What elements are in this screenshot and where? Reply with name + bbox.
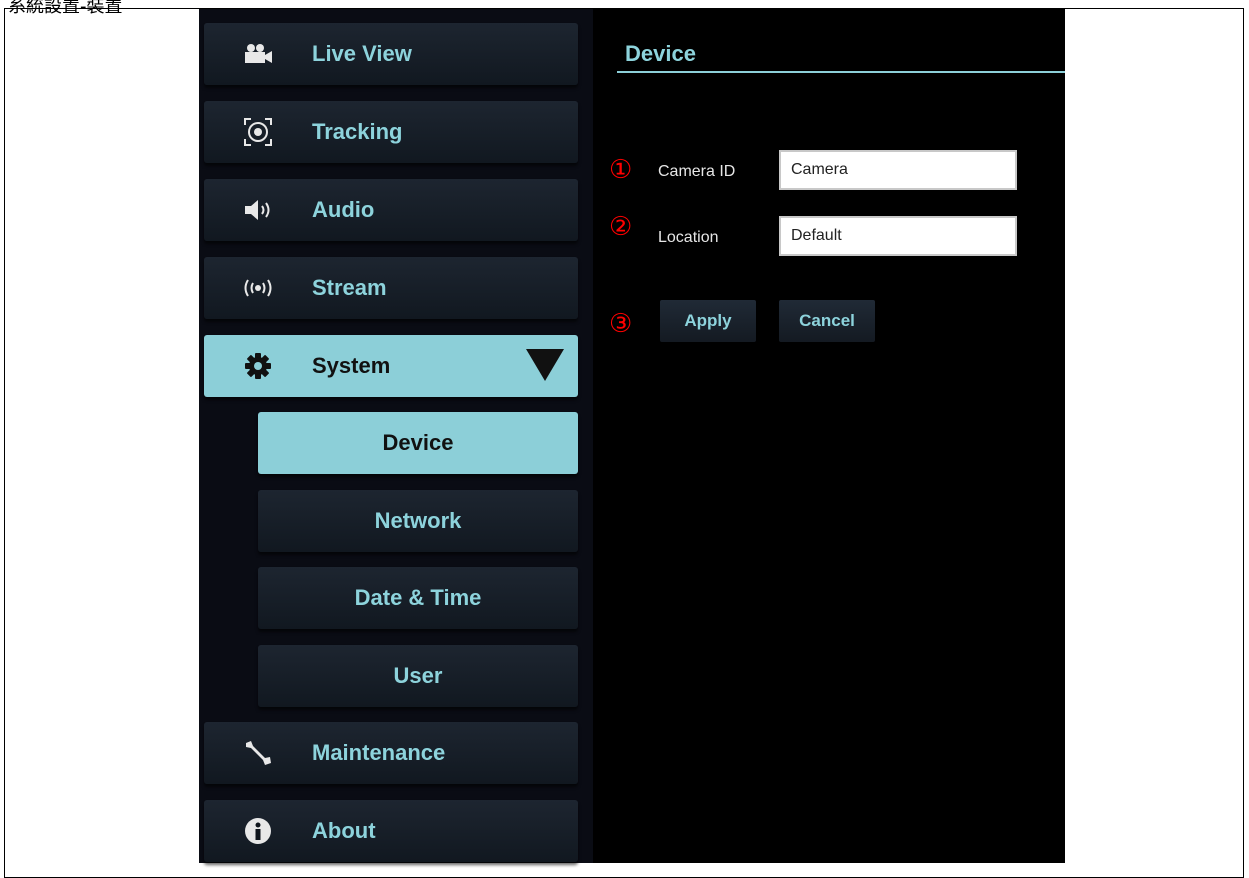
sidebar: Live View Tracking Audio Stream System D… — [199, 9, 593, 863]
nav-item-label: About — [312, 818, 376, 843]
speaker-icon — [204, 199, 312, 221]
video-camera-icon — [204, 43, 312, 65]
nav-item-tracking[interactable]: Tracking — [204, 101, 578, 163]
content-panel: Device ① Camera ID ② Location ③ Apply Ca… — [593, 9, 1065, 863]
annotation-marker: ② — [609, 212, 633, 242]
gear-icon — [204, 353, 312, 379]
subnav-item-label: Date & Time — [354, 585, 482, 610]
annotation-marker: ③ — [609, 309, 633, 339]
annotation-marker: ① — [609, 155, 633, 185]
nav-item-stream[interactable]: Stream — [204, 257, 578, 319]
nav-item-live-view[interactable]: Live View — [204, 23, 578, 85]
nav-item-label: System — [312, 353, 391, 378]
subnav-item-network[interactable]: Network — [258, 490, 578, 552]
cancel-button[interactable]: Cancel — [779, 300, 875, 342]
nav-item-label: Audio — [312, 197, 375, 222]
subnav-item-label: Network — [374, 508, 462, 533]
subnav-item-user[interactable]: User — [258, 645, 578, 707]
nav-item-maintenance[interactable]: Maintenance — [204, 722, 578, 784]
nav-item-system[interactable]: System — [204, 335, 578, 397]
apply-button[interactable]: Apply — [660, 300, 756, 342]
nav-item-label: Maintenance — [312, 740, 446, 765]
camera-id-label: Camera ID — [658, 163, 736, 180]
nav-item-label: Live View — [312, 41, 412, 66]
subnav-item-device[interactable]: Device — [258, 412, 578, 474]
location-input[interactable] — [779, 216, 1017, 256]
nav-item-label: Stream — [312, 275, 387, 300]
subnav-item-label: User — [393, 663, 443, 688]
nav-item-about[interactable]: About — [204, 800, 578, 862]
info-icon — [204, 817, 312, 845]
chevron-down-icon — [526, 349, 564, 381]
location-label: Location — [658, 229, 719, 246]
camera-web-ui: Live View Tracking Audio Stream System D… — [199, 9, 1065, 863]
nav-item-audio[interactable]: Audio — [204, 179, 578, 241]
page-title: Device — [625, 41, 696, 66]
tracking-target-icon — [204, 117, 312, 147]
subnav-item-label: Device — [382, 430, 454, 455]
title-divider — [617, 71, 1065, 73]
wrench-icon — [204, 738, 312, 768]
broadcast-icon — [204, 278, 312, 298]
subnav-item-date-time[interactable]: Date & Time — [258, 567, 578, 629]
nav-item-label: Tracking — [312, 119, 403, 144]
camera-id-input[interactable] — [779, 150, 1017, 190]
